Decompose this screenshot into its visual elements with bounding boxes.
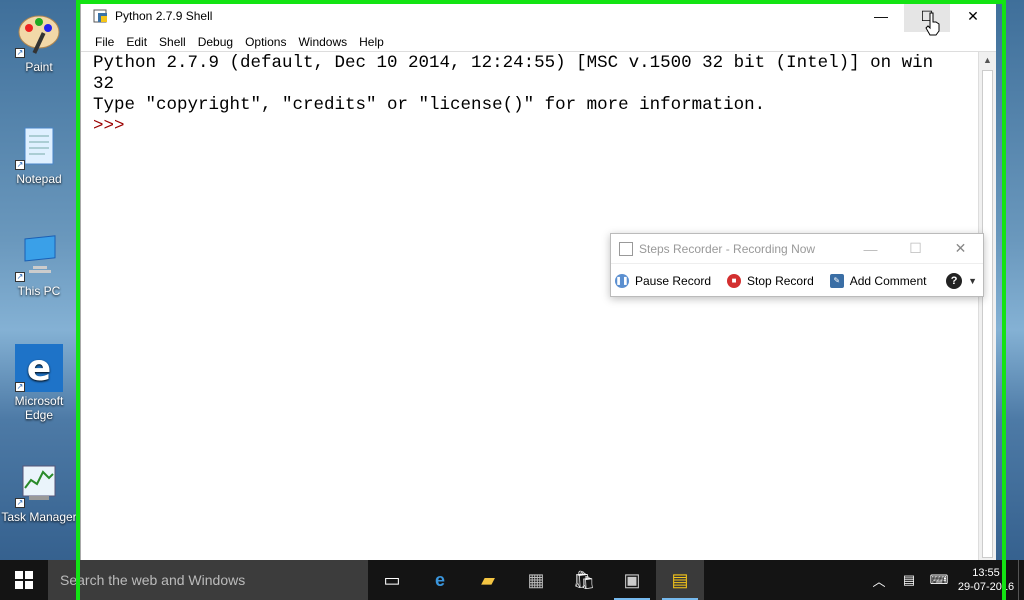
scroll-up-icon[interactable]: ▲ bbox=[979, 52, 996, 68]
stop-record-button[interactable]: ■ Stop Record bbox=[727, 273, 814, 288]
close-icon: ✕ bbox=[967, 7, 979, 24]
menu-file[interactable]: File bbox=[89, 35, 120, 49]
notification-icon[interactable]: ▤ bbox=[894, 572, 924, 588]
window-title: Python 2.7.9 Shell bbox=[115, 9, 213, 23]
hand-cursor-icon bbox=[924, 12, 942, 41]
steps-maximize-button[interactable]: ☐ bbox=[893, 240, 938, 257]
edge-icon: e bbox=[434, 569, 445, 590]
show-hidden-icons-icon[interactable]: ︿ bbox=[864, 571, 894, 590]
desktop-icon-task-manager[interactable]: ↗ Task Manager bbox=[0, 460, 78, 524]
scroll-thumb[interactable] bbox=[982, 70, 993, 558]
desktop-icon-label: This PC bbox=[17, 284, 61, 298]
show-desktop-button[interactable] bbox=[1018, 560, 1024, 600]
menu-windows[interactable]: Windows bbox=[292, 35, 353, 49]
steps-recorder-toolbar: ❚❚ Pause Record ■ Stop Record ✎ Add Comm… bbox=[611, 263, 983, 297]
desktop-icon-label: Task Manager bbox=[1, 510, 77, 524]
stop-icon: ■ bbox=[727, 273, 742, 288]
menu-bar: File Edit Shell Debug Options Windows He… bbox=[81, 32, 996, 52]
shell-line: 32 bbox=[93, 74, 115, 94]
taskbar-store[interactable]: 🛍 bbox=[560, 560, 608, 600]
steps-recorder-icon: ▣ bbox=[623, 569, 641, 590]
minimize-icon: — bbox=[874, 8, 888, 24]
taskbar-edge[interactable]: e bbox=[416, 560, 464, 600]
shell-prompt: >>> bbox=[93, 116, 136, 136]
store-icon: 🛍 bbox=[572, 569, 596, 590]
steps-close-button[interactable]: ✕ bbox=[938, 240, 983, 257]
shell-text-area[interactable]: Python 2.7.9 (default, Dec 10 2014, 12:2… bbox=[87, 52, 978, 560]
steps-minimize-button[interactable]: — bbox=[848, 241, 893, 257]
help-icon[interactable]: ? bbox=[946, 272, 963, 289]
close-button[interactable]: ✕ bbox=[950, 0, 996, 32]
computer-icon: ↗ bbox=[15, 234, 63, 282]
task-manager-icon: ↗ bbox=[15, 460, 63, 508]
taskbar-clock[interactable]: 13:55 29-07-2016 bbox=[954, 566, 1018, 594]
desktop-icon-label: Notepad bbox=[16, 172, 62, 186]
shell-line: Type "copyright", "credits" or "license(… bbox=[93, 95, 766, 115]
task-view-icon: ▭ bbox=[383, 569, 401, 590]
system-tray: ︿ ▤ ⌨ 13:55 29-07-2016 bbox=[864, 560, 1024, 600]
keyboard-icon[interactable]: ⌨ bbox=[924, 572, 954, 588]
taskbar-search-box[interactable]: Search the web and Windows bbox=[48, 560, 368, 600]
shell-line: Python 2.7.9 (default, Dec 10 2014, 12:2… bbox=[93, 53, 934, 73]
stop-record-label: Stop Record bbox=[747, 273, 814, 288]
taskbar-file-explorer[interactable]: ▰ bbox=[464, 560, 512, 600]
folder-icon: ▰ bbox=[481, 569, 495, 590]
taskbar-app-1[interactable]: ▦ bbox=[512, 560, 560, 600]
menu-debug[interactable]: Debug bbox=[192, 35, 239, 49]
desktop-icon-label: Microsoft Edge bbox=[14, 394, 64, 422]
steps-recorder-title-bar[interactable]: Steps Recorder - Recording Now — ☐ ✕ bbox=[611, 234, 983, 263]
clock-time: 13:55 bbox=[972, 567, 1000, 579]
edge-icon: e ↗ bbox=[15, 344, 63, 392]
desktop-icon-paint[interactable]: ↗ Paint bbox=[0, 10, 78, 74]
network-app-icon: ▦ bbox=[527, 569, 545, 590]
comment-icon: ✎ bbox=[829, 273, 844, 288]
pause-record-button[interactable]: ❚❚ Pause Record bbox=[615, 273, 712, 288]
desktop-icon-notepad[interactable]: ↗ Notepad bbox=[0, 122, 78, 186]
task-view-button[interactable]: ▭ bbox=[368, 560, 416, 600]
taskbar-python-shell[interactable]: ▤ bbox=[656, 560, 704, 600]
add-comment-button[interactable]: ✎ Add Comment bbox=[829, 273, 927, 288]
paint-icon: ↗ bbox=[15, 10, 63, 58]
dropdown-arrow-icon[interactable]: ▼ bbox=[968, 276, 977, 286]
windows-logo-icon bbox=[15, 571, 33, 589]
menu-help[interactable]: Help bbox=[353, 35, 390, 49]
python-icon: ▤ bbox=[671, 569, 689, 590]
menu-shell[interactable]: Shell bbox=[153, 35, 192, 49]
python-shell-icon bbox=[93, 8, 109, 24]
minimize-button[interactable]: — bbox=[858, 0, 904, 32]
add-comment-label: Add Comment bbox=[849, 273, 927, 288]
desktop-icon-label: Paint bbox=[25, 60, 53, 74]
taskbar: Search the web and Windows ▭ e ▰ ▦ 🛍 ▣ ▤… bbox=[0, 560, 1024, 600]
desktop-icon-this-pc[interactable]: ↗ This PC bbox=[0, 234, 78, 298]
menu-options[interactable]: Options bbox=[239, 35, 292, 49]
clock-date: 29-07-2016 bbox=[957, 581, 1015, 593]
vertical-scrollbar[interactable]: ▲ bbox=[978, 52, 996, 560]
steps-recorder-window[interactable]: Steps Recorder - Recording Now — ☐ ✕ ❚❚ … bbox=[610, 233, 984, 297]
menu-edit[interactable]: Edit bbox=[120, 35, 153, 49]
steps-recorder-icon bbox=[619, 241, 633, 256]
pause-record-label: Pause Record bbox=[635, 273, 712, 288]
notepad-icon: ↗ bbox=[15, 122, 63, 170]
svg-text:e: e bbox=[27, 348, 51, 389]
desktop-icon-edge[interactable]: e ↗ Microsoft Edge bbox=[0, 344, 78, 422]
start-button[interactable] bbox=[0, 560, 48, 600]
taskbar-steps-recorder[interactable]: ▣ bbox=[608, 560, 656, 600]
steps-recorder-title: Steps Recorder - Recording Now bbox=[639, 241, 816, 256]
pause-icon: ❚❚ bbox=[615, 273, 629, 288]
title-bar[interactable]: Python 2.7.9 Shell — ☐ ✕ bbox=[81, 0, 996, 32]
